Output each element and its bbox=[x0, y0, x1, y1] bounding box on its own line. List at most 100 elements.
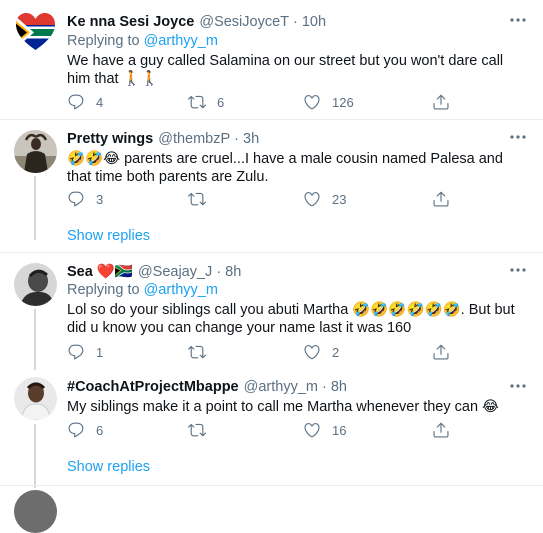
reply-button[interactable]: 6 bbox=[67, 421, 103, 439]
share-icon bbox=[433, 94, 449, 110]
replying-to: Replying to @arthyy_m bbox=[67, 282, 218, 298]
replying-to-label: Replying to bbox=[67, 282, 144, 298]
like-count: 2 bbox=[332, 344, 340, 360]
display-name[interactable]: #CoachAtProjectMbappe bbox=[67, 379, 239, 395]
tweet-2[interactable]: Pretty wings @thembzP · 3h 🤣🤣😂 parents a… bbox=[0, 120, 543, 252]
more-button[interactable] bbox=[507, 9, 529, 31]
like-button[interactable]: 16 bbox=[303, 421, 346, 439]
thread-line bbox=[34, 309, 36, 370]
like-icon bbox=[304, 423, 320, 438]
retweet-button[interactable] bbox=[188, 343, 217, 361]
retweet-button[interactable] bbox=[188, 421, 217, 439]
tweet-text: Lol so do your siblings call you abuti M… bbox=[67, 302, 515, 336]
user-handle[interactable]: @Seajay_J bbox=[138, 264, 212, 280]
more-icon bbox=[510, 384, 526, 388]
retweet-button[interactable]: 6 bbox=[188, 93, 224, 111]
tweet-header: Sea ❤️🇿🇦 @Seajay_J · 8h bbox=[67, 263, 241, 281]
share-button[interactable] bbox=[432, 343, 450, 361]
more-button[interactable] bbox=[507, 375, 529, 397]
tweet-header: Pretty wings @thembzP · 3h bbox=[67, 131, 259, 147]
tweet-actions: 1 2 bbox=[67, 343, 467, 363]
more-button[interactable] bbox=[507, 259, 529, 281]
separator-dot: · bbox=[216, 263, 222, 280]
timestamp[interactable]: 8h bbox=[225, 264, 241, 280]
like-icon bbox=[304, 345, 320, 360]
tweet-4[interactable]: #CoachAtProjectMbappe @arthyy_m · 8h My … bbox=[0, 370, 543, 488]
thread-line bbox=[34, 176, 36, 240]
user-handle[interactable]: @SesiJoyceT bbox=[199, 14, 289, 30]
reply-button[interactable]: 4 bbox=[67, 93, 103, 111]
like-count: 16 bbox=[332, 422, 347, 438]
reply-icon bbox=[68, 344, 84, 360]
person-photo-icon bbox=[14, 377, 57, 420]
user-handle[interactable]: @thembzP bbox=[158, 131, 230, 147]
like-button[interactable]: 23 bbox=[303, 190, 346, 208]
show-replies-link[interactable]: Show replies bbox=[67, 228, 150, 244]
separator-dot: · bbox=[293, 14, 298, 30]
replying-to-link[interactable]: @arthyy_m bbox=[144, 33, 218, 49]
reply-icon bbox=[68, 422, 84, 438]
retweet-button[interactable] bbox=[188, 190, 217, 208]
tweet-3[interactable]: Sea ❤️🇿🇦 @Seajay_J · 8h Replying to @art… bbox=[0, 253, 543, 370]
display-name[interactable]: Pretty wings bbox=[67, 131, 153, 147]
more-icon bbox=[510, 18, 526, 22]
like-icon bbox=[304, 95, 320, 110]
reply-count: 1 bbox=[96, 344, 104, 360]
retweet-icon bbox=[188, 95, 206, 109]
like-count: 126 bbox=[332, 94, 354, 110]
share-icon bbox=[433, 422, 449, 438]
tweet-text: 🤣🤣😂 parents are cruel...I have a male co… bbox=[67, 151, 503, 185]
separator-dot: · bbox=[234, 131, 240, 147]
avatar[interactable] bbox=[14, 263, 57, 306]
timestamp[interactable]: 8h bbox=[331, 379, 347, 395]
retweet-icon bbox=[188, 423, 206, 437]
person-photo-icon bbox=[14, 130, 57, 173]
timestamp[interactable]: 10h bbox=[302, 14, 326, 30]
thread-line bbox=[34, 424, 36, 488]
tweet-actions: 4 6 126 bbox=[67, 93, 467, 113]
separator-dot: · bbox=[321, 379, 327, 395]
reply-count: 4 bbox=[96, 94, 104, 110]
share-button[interactable] bbox=[432, 93, 450, 111]
reply-button[interactable]: 3 bbox=[67, 190, 103, 208]
more-icon bbox=[510, 135, 526, 139]
like-button[interactable]: 2 bbox=[303, 343, 339, 361]
avatar-south-africa-heart[interactable] bbox=[14, 11, 57, 54]
like-icon bbox=[304, 192, 320, 207]
reply-icon bbox=[68, 94, 84, 110]
timestamp[interactable]: 3h bbox=[243, 131, 259, 147]
replying-to-link[interactable]: @arthyy_m bbox=[144, 282, 218, 298]
retweet-icon bbox=[188, 345, 206, 359]
like-button[interactable]: 126 bbox=[303, 93, 354, 111]
avatar[interactable] bbox=[14, 130, 57, 173]
retweet-count: 6 bbox=[217, 94, 225, 110]
tweet-1[interactable]: Ke nna Sesi Joyce @SesiJoyceT · 10h Repl… bbox=[0, 0, 543, 120]
tweet-actions: 6 16 bbox=[67, 421, 467, 441]
more-button[interactable] bbox=[507, 126, 529, 148]
retweet-icon bbox=[188, 192, 206, 206]
show-replies-link[interactable]: Show replies bbox=[67, 459, 150, 475]
share-button[interactable] bbox=[432, 190, 450, 208]
reply-button[interactable]: 1 bbox=[67, 343, 103, 361]
like-count: 23 bbox=[332, 191, 347, 207]
tweet-header: #CoachAtProjectMbappe @arthyy_m · 8h bbox=[67, 379, 347, 395]
reply-icon bbox=[68, 191, 84, 207]
user-handle[interactable]: @arthyy_m bbox=[244, 379, 318, 395]
more-icon bbox=[510, 268, 526, 272]
divider bbox=[0, 485, 543, 486]
share-button[interactable] bbox=[432, 421, 450, 439]
next-avatar-partial[interactable] bbox=[14, 490, 57, 533]
display-name[interactable]: Ke nna Sesi Joyce bbox=[67, 14, 194, 30]
tweet-actions: 3 23 bbox=[67, 190, 467, 210]
reply-count: 3 bbox=[96, 191, 104, 207]
replying-to: Replying to @arthyy_m bbox=[67, 33, 218, 49]
tweet-text: We have a guy called Salamina on our str… bbox=[67, 53, 504, 87]
display-name[interactable]: Sea ❤️🇿🇦 bbox=[67, 263, 133, 280]
reply-count: 6 bbox=[96, 422, 104, 438]
tweet-header: Ke nna Sesi Joyce @SesiJoyceT · 10h bbox=[67, 14, 326, 30]
share-icon bbox=[433, 344, 449, 360]
replying-to-label: Replying to bbox=[67, 33, 144, 49]
avatar[interactable] bbox=[14, 377, 57, 420]
south-africa-heart-icon bbox=[16, 13, 55, 50]
person-photo-icon bbox=[14, 263, 57, 306]
